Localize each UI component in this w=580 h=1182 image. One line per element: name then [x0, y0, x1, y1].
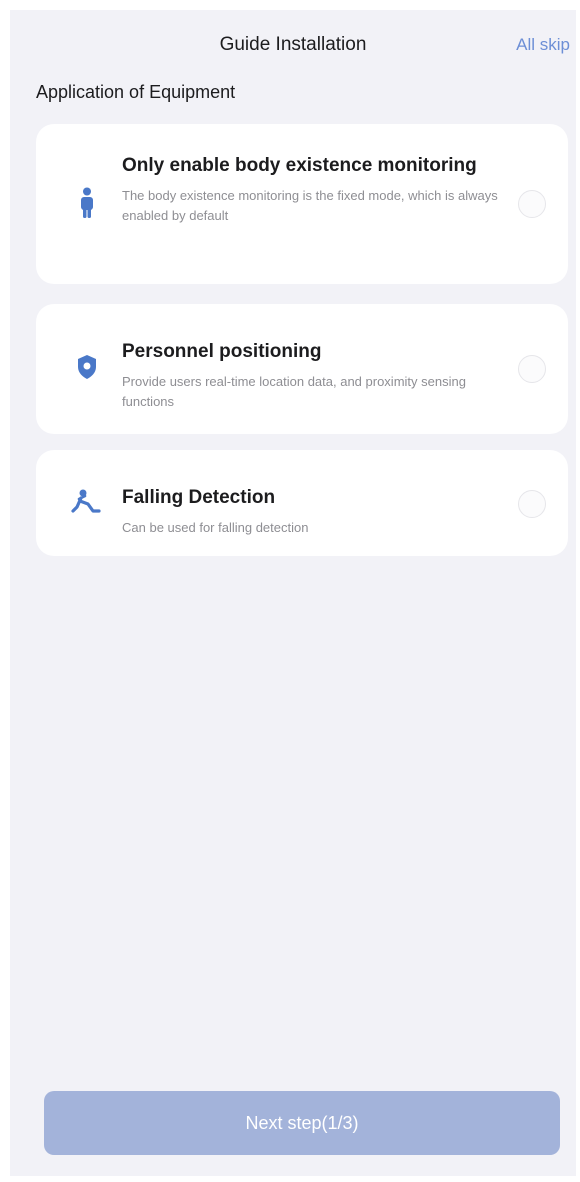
- location-shield-icon: [74, 350, 100, 384]
- app-screen: Guide Installation All skip Application …: [10, 10, 576, 1176]
- next-step-button[interactable]: Next step(1/3): [44, 1091, 560, 1155]
- option-radio[interactable]: [518, 190, 546, 218]
- section-title: Application of Equipment: [36, 82, 236, 102]
- option-text: Falling Detection Can be used for fallin…: [122, 484, 498, 538]
- all-skip-button[interactable]: All skip: [516, 35, 570, 55]
- option-card-body-existence[interactable]: Only enable body existence monitoring Th…: [36, 124, 568, 284]
- person-icon: [74, 186, 100, 220]
- option-description: Can be used for falling detection: [122, 520, 309, 535]
- option-radio[interactable]: [518, 490, 546, 518]
- page-title: Guide Installation: [219, 34, 367, 55]
- header: Guide Installation All skip: [10, 10, 576, 80]
- option-card-falling-detection[interactable]: Falling Detection Can be used for fallin…: [36, 450, 568, 556]
- option-text: Only enable body existence monitoring Th…: [122, 152, 498, 226]
- option-title: Only enable body existence monitoring: [122, 155, 477, 176]
- option-card-personnel-positioning[interactable]: Personnel positioning Provide users real…: [36, 304, 568, 434]
- option-description: Provide users real-time location data, a…: [122, 374, 466, 409]
- option-text: Personnel positioning Provide users real…: [122, 338, 498, 412]
- option-radio[interactable]: [518, 355, 546, 383]
- option-title: Falling Detection: [122, 487, 276, 508]
- option-title: Personnel positioning: [122, 341, 322, 362]
- falling-person-icon: [70, 486, 102, 520]
- option-description: The body existence monitoring is the fix…: [122, 188, 498, 223]
